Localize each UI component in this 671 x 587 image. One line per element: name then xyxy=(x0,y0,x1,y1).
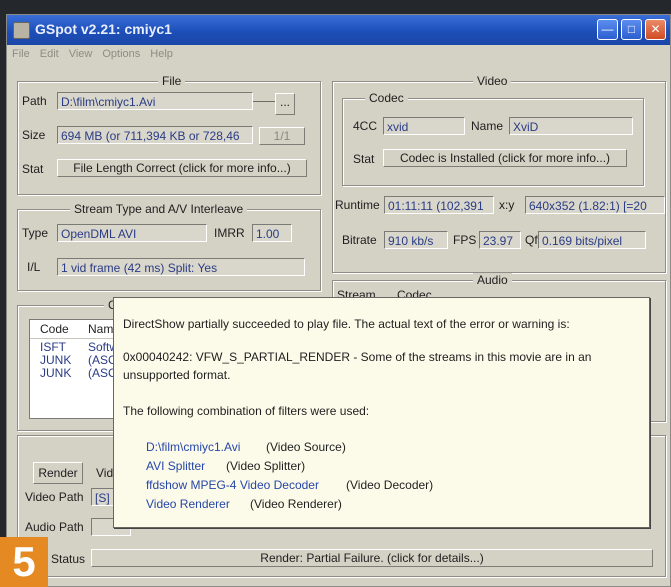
menu-help[interactable]: Help xyxy=(145,45,178,60)
video-path-label: Video Path xyxy=(25,490,84,504)
menu-options[interactable]: Options xyxy=(97,45,145,60)
minimize-icon: — xyxy=(601,22,614,36)
menu-bar: File Edit View Options Help xyxy=(7,45,670,65)
meta-row-code[interactable]: JUNK xyxy=(40,366,71,380)
codec-legend: Codec xyxy=(365,91,408,105)
window-title: GSpot v2.21: cmiyc1 xyxy=(35,21,172,37)
filter-desc: (Video Renderer) xyxy=(250,497,342,511)
fps-field: 23.97 xyxy=(479,231,521,249)
size-counter-button[interactable]: 1/1 xyxy=(259,127,305,145)
path-connector xyxy=(253,101,275,102)
aspect-label: x:y xyxy=(499,198,515,212)
fourcc-label: 4CC xyxy=(353,119,378,133)
codec-stat-label: Stat xyxy=(353,152,375,166)
menu-edit[interactable]: Edit xyxy=(35,45,64,60)
column-code-header: Code xyxy=(40,322,69,336)
dialog-line-2: 0x00040242: VFW_S_PARTIAL_RENDER - Some … xyxy=(123,350,592,364)
runtime-field: 01:11:11 (102,391 xyxy=(384,196,494,214)
dialog-line-1: DirectShow partially succeeded to play f… xyxy=(123,317,570,331)
filter-name: AVI Splitter xyxy=(146,459,206,473)
filter-desc: (Video Decoder) xyxy=(346,478,434,492)
meta-row-code[interactable]: ISFT xyxy=(40,340,66,354)
file-stat-label: Stat xyxy=(22,162,44,176)
filter-name: D:\film\cmiyc1.Avi xyxy=(146,440,241,454)
filter-name: Video Renderer xyxy=(146,497,230,511)
meta-row-code[interactable]: JUNK xyxy=(40,353,71,367)
filter-desc: (Video Source) xyxy=(266,440,346,454)
stream-type-legend: Stream Type and A/V Interleave xyxy=(70,202,248,216)
filter-desc: (Video Splitter) xyxy=(226,459,306,473)
close-icon: ✕ xyxy=(650,22,661,36)
imrr-field: 1.00 xyxy=(252,224,292,242)
dialog-line-3: unsupported format. xyxy=(123,368,231,382)
file-group-legend: File xyxy=(158,74,186,88)
maximize-icon: □ xyxy=(627,22,636,36)
type-field: OpenDML AVI xyxy=(57,224,207,242)
audio-path-label: Audio Path xyxy=(25,520,84,534)
imrr-label: IMRR xyxy=(214,226,245,240)
bitrate-field: 910 kb/s xyxy=(384,231,448,249)
type-label: Type xyxy=(22,226,49,240)
stream-type-group: Stream Type and A/V Interleave xyxy=(17,202,321,291)
bitrate-label: Bitrate xyxy=(342,233,377,247)
il-label: I/L xyxy=(27,260,41,274)
step-number-badge: 5 xyxy=(0,537,48,587)
close-button[interactable]: ✕ xyxy=(645,19,666,40)
filter-name: ffdshow MPEG-4 Video Decoder xyxy=(146,478,319,492)
codec-name-label: Name xyxy=(471,119,504,133)
app-icon xyxy=(13,22,30,39)
file-stat-button[interactable]: File Length Correct (click for more info… xyxy=(57,159,307,177)
codec-group: Codec xyxy=(342,91,644,186)
browse-button[interactable]: ... xyxy=(275,93,295,115)
directshow-message-dialog: DirectShow partially succeeded to play f… xyxy=(113,297,650,528)
render-button[interactable]: Render xyxy=(33,462,83,484)
menu-view[interactable]: View xyxy=(64,45,98,60)
minimize-button[interactable]: — xyxy=(597,19,618,40)
qf-field: 0.169 bits/pixel xyxy=(538,231,646,249)
maximize-button[interactable]: □ xyxy=(621,19,642,40)
fourcc-field: xvid xyxy=(383,117,465,135)
path-label: Path xyxy=(22,94,47,108)
size-label: Size xyxy=(22,128,46,142)
video-legend: Video xyxy=(473,74,512,88)
runtime-label: Runtime xyxy=(335,198,380,212)
title-bar: GSpot v2.21: cmiyc1 — □ ✕ xyxy=(7,15,670,45)
codec-name-field: XviD xyxy=(509,117,633,135)
render-status-button[interactable]: Render: Partial Failure. (click for deta… xyxy=(91,549,653,567)
fps-label: FPS xyxy=(453,233,477,247)
size-field: 694 MB (or 711,394 KB or 728,46 xyxy=(57,126,253,144)
audio-legend: Audio xyxy=(473,273,512,287)
il-field: 1 vid frame (42 ms) Split: Yes xyxy=(57,258,305,276)
path-field[interactable]: D:\film\cmiyc1.Avi xyxy=(57,92,253,110)
codec-stat-button[interactable]: Codec is Installed (click for more info.… xyxy=(383,149,627,167)
aspect-field: 640x352 (1.82:1) [=20 xyxy=(525,196,665,214)
render-status-label: Status xyxy=(51,552,86,566)
menu-file[interactable]: File xyxy=(7,45,35,60)
dialog-line-4: The following combination of filters wer… xyxy=(123,404,370,418)
qf-label: Qf xyxy=(525,233,538,247)
